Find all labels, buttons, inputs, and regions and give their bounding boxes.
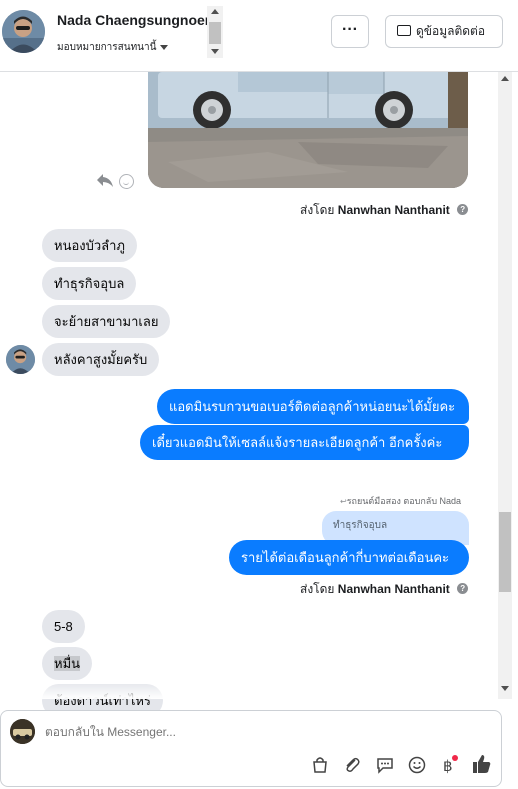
message-list-scrollbar[interactable] xyxy=(498,72,512,699)
chevron-down-icon xyxy=(160,44,169,50)
info-icon[interactable]: ? xyxy=(457,204,469,216)
chat-bubble-icon[interactable] xyxy=(375,755,395,775)
contact-avatar-small[interactable] xyxy=(6,345,35,374)
scroll-up-arrow-icon[interactable] xyxy=(501,76,509,81)
van-photo-message[interactable] xyxy=(148,72,468,188)
message-composer: ฿ xyxy=(0,710,502,787)
highlighted-text: หมื่น xyxy=(54,656,81,671)
contact-avatar[interactable] xyxy=(2,10,45,53)
reply-icon[interactable] xyxy=(96,172,114,193)
page-avatar xyxy=(10,719,35,744)
svg-text:฿: ฿ xyxy=(443,757,453,775)
incoming-message[interactable]: จะย้ายสาขามาเลย xyxy=(42,305,171,338)
incoming-message[interactable]: ทำธุรกิจอุบล xyxy=(42,267,137,300)
outgoing-message[interactable]: รายได้ต่อเดือนลูกค้ากี่บาทต่อเดือนคะ xyxy=(229,540,469,575)
reply-input[interactable] xyxy=(45,725,465,739)
scrollbar-thumb[interactable] xyxy=(209,22,221,44)
incoming-message[interactable]: หนองบัวลำภู xyxy=(42,229,137,262)
sent-by-label: ส่งโดย Nanwhan Nanthanit ? xyxy=(300,201,469,220)
scroll-down-arrow-icon[interactable] xyxy=(501,686,509,691)
assign-conversation-dropdown[interactable]: มอบหมายการสนทนานี้ xyxy=(57,40,169,55)
sent-by-prefix: ส่งโดย xyxy=(300,203,335,217)
view-contact-button[interactable]: ดูข้อมูลติดต่อ xyxy=(385,15,503,48)
info-icon[interactable]: ? xyxy=(457,583,469,595)
baht-icon[interactable]: ฿ xyxy=(439,755,459,775)
shopping-bag-icon[interactable] xyxy=(310,755,330,775)
reply-meta: ↩รถยนต์มือสอง ตอบกลับ Nada xyxy=(340,494,461,508)
message-list-fade xyxy=(0,682,496,699)
outgoing-message[interactable]: แอดมินรบกวนขอเบอร์ติดต่อลูกค้าหน่อยนะได้… xyxy=(157,389,469,424)
emoji-icon[interactable] xyxy=(407,755,427,775)
scroll-up-arrow-icon[interactable] xyxy=(211,9,219,14)
name-scrollbar[interactable] xyxy=(207,6,223,58)
contact-name[interactable]: Nada Chaengsungnoen xyxy=(57,12,207,28)
reply-meta-text: รถยนต์มือสอง ตอบกลับ Nada xyxy=(346,496,462,506)
incoming-message[interactable]: 5-8 xyxy=(42,610,85,643)
thumbs-up-icon[interactable] xyxy=(471,753,491,773)
incoming-message[interactable]: หลังคาสูงมั้ยครับ xyxy=(42,343,160,376)
sent-by-name[interactable]: Nanwhan Nanthanit xyxy=(338,203,450,217)
view-contact-label: ดูข้อมูลติดต่อ xyxy=(416,24,486,38)
smile-icon[interactable] xyxy=(119,174,134,189)
paperclip-icon[interactable] xyxy=(342,755,362,775)
sent-by-name[interactable]: Nanwhan Nanthanit xyxy=(338,582,450,596)
more-options-button[interactable]: ··· xyxy=(331,15,369,48)
contact-card-icon xyxy=(397,25,411,37)
assign-label: มอบหมายการสนทนานี้ xyxy=(57,42,157,53)
incoming-message[interactable]: หมื่น xyxy=(42,647,93,680)
scrollbar-thumb[interactable] xyxy=(499,512,511,592)
outgoing-message[interactable]: เดี๋ยวแอดมินให้เซลล์แจ้งรายละเอียดลูกค้า… xyxy=(140,425,469,460)
conversation-header: Nada Chaengsungnoen มอบหมายการสนทนานี้ ·… xyxy=(0,0,518,72)
scroll-down-arrow-icon[interactable] xyxy=(211,49,219,54)
sent-by-label: ส่งโดย Nanwhan Nanthanit ? xyxy=(300,580,469,599)
reply-arrow-icon: ↩ xyxy=(340,497,347,506)
sent-by-prefix: ส่งโดย xyxy=(300,582,335,596)
